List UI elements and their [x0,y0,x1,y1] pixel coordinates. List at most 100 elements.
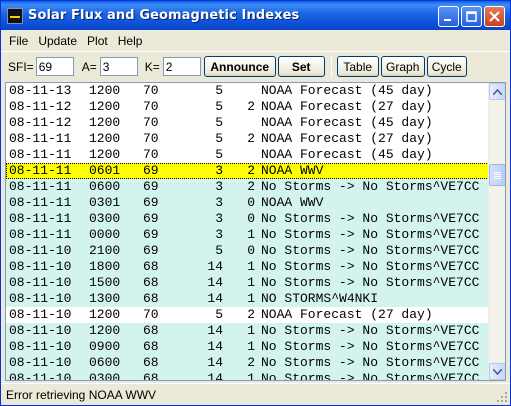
title-bar[interactable]: Solar Flux and Geomagnetic Indexes [1,1,510,30]
list-item[interactable]: 08-11-10 1200 70 5 2 NOAA Forecast (27 day) [6,307,489,323]
menu-help[interactable]: Help [113,34,148,48]
row-k-index: 1 [247,323,255,338]
sfi-input[interactable] [35,57,74,76]
list-item[interactable]: 08-11-11 1200 70 5 NOAA Forecast (45 day) [6,147,489,163]
row-source: No Storms -> No Storms^VE7CC [261,323,480,338]
row-a-index: 14 [207,275,223,290]
row-a-index: 3 [215,227,223,242]
toolbar-separator [330,56,332,77]
row-time: 1200 [89,83,121,98]
row-time: 1200 [89,307,121,322]
graph-button[interactable]: Graph [380,56,425,77]
row-a-index: 14 [207,291,223,306]
app-window: Solar Flux and Geomagnetic Indexes File … [0,0,511,406]
maximize-icon [466,11,477,22]
row-time: 1800 [89,259,121,274]
list-item[interactable]: 08-11-12 1200 70 5 NOAA Forecast (45 day) [6,115,489,131]
row-k-index: 2 [247,355,255,370]
row-sfi: 68 [143,323,159,338]
row-source: No Storms -> No Storms^VE7CC [261,355,480,370]
row-k-index: 0 [247,243,255,258]
row-a-index: 14 [207,259,223,274]
row-time: 1200 [89,131,121,146]
row-time: 0600 [89,355,121,370]
window-controls [438,6,505,27]
k-input[interactable] [162,57,201,76]
list-item[interactable]: 08-11-10 0300 68 14 1 No Storms -> No Storms^… [6,371,489,381]
menu-file[interactable]: File [4,34,33,48]
row-source: No Storms -> No Storms^VE7CC [261,227,480,242]
row-date: 08-11-11 [9,227,72,242]
list-item-selected[interactable]: 08-11-11 0601 69 3 2 NOAA WWV [6,163,489,179]
list-item[interactable]: 08-11-11 0301 69 3 0 NOAA WWV [6,195,489,211]
row-date: 08-11-12 [9,99,72,114]
row-time: 0900 [89,339,121,354]
maximize-button[interactable] [461,6,482,27]
row-source: No Storms -> No Storms^VE7CC [261,371,480,381]
announce-button[interactable]: Announce [203,56,276,77]
table-button[interactable]: Table [336,56,379,77]
row-date: 08-11-10 [9,323,72,338]
row-a-index: 5 [215,83,223,98]
scroll-down-button[interactable] [489,363,505,380]
list-item[interactable]: 08-11-11 0300 69 3 0 No Storms -> No Storms^V… [6,211,489,227]
row-date: 08-11-10 [9,259,72,274]
vertical-scrollbar[interactable] [488,83,505,380]
cycle-button[interactable]: Cycle [426,56,467,77]
arrow-up-icon [493,88,502,95]
row-time: 0000 [89,227,121,242]
scroll-thumb[interactable] [489,164,505,186]
row-source: No Storms -> No Storms^VE7CC [261,259,480,274]
row-sfi: 70 [143,147,159,162]
row-source: NOAA WWV [261,195,324,210]
index-rows: 08-11-13 1200 70 5 NOAA Forecast (45 day) 08-… [6,83,489,381]
menu-bar: File Update Plot Help [1,30,510,51]
menu-update[interactable]: Update [33,34,82,48]
list-item[interactable]: 08-11-10 0600 68 14 2 No Storms -> No Storms^… [6,355,489,371]
close-button[interactable] [484,6,505,27]
row-sfi: 68 [143,355,159,370]
row-source: No Storms -> No Storms^VE7CC [261,179,480,194]
row-time: 1500 [89,275,121,290]
row-k-index: 2 [247,99,255,114]
row-sfi: 70 [143,115,159,130]
menu-plot[interactable]: Plot [82,34,113,48]
list-item[interactable]: 08-11-10 1300 68 14 1 NO STORMS^W4NKI [6,291,489,307]
scroll-up-button[interactable] [489,83,505,100]
list-item[interactable]: 08-11-11 0600 69 3 2 No Storms -> No Storms^V… [6,179,489,195]
toolbar: SFI= A= K= Announce Set Table Graph Cycl… [1,51,510,81]
list-item[interactable]: 08-11-11 1200 70 5 2 NOAA Forecast (27 day) [6,131,489,147]
resize-grip-icon[interactable] [496,391,508,403]
row-sfi: 68 [143,259,159,274]
list-item[interactable]: 08-11-10 0900 68 14 1 No Storms -> No Storms^… [6,339,489,355]
row-time: 0601 [89,163,121,178]
list-item[interactable]: 08-11-12 1200 70 5 2 NOAA Forecast (27 day) [6,99,489,115]
row-source: No Storms -> No Storms^VE7CC [261,211,480,226]
row-date: 08-11-10 [9,275,72,290]
a-input[interactable] [99,57,138,76]
minimize-button[interactable] [438,6,459,27]
list-item[interactable]: 08-11-11 0000 69 3 1 No Storms -> No Storms^V… [6,227,489,243]
row-a-index: 3 [215,211,223,226]
list-item[interactable]: 08-11-10 1500 68 14 1 No Storms -> No Storms^… [6,275,489,291]
row-sfi: 70 [143,131,159,146]
index-list[interactable]: 08-11-13 1200 70 5 NOAA Forecast (45 day) 08-… [5,82,506,381]
row-a-index: 5 [215,243,223,258]
row-sfi: 69 [143,243,159,258]
row-time: 0300 [89,371,121,381]
row-sfi: 69 [143,227,159,242]
list-item[interactable]: 08-11-10 2100 69 5 0 No Storms -> No Storms^V… [6,243,489,259]
row-sfi: 69 [143,195,159,210]
status-text: Error retrieving NOAA WWV [6,387,157,402]
set-button[interactable]: Set [277,56,325,77]
list-item[interactable]: 08-11-10 1200 68 14 1 No Storms -> No Storms^… [6,323,489,339]
row-k-index: 1 [247,371,255,381]
row-k-index: 2 [247,131,255,146]
row-k-index: 1 [247,339,255,354]
row-source: NOAA Forecast (27 day) [261,307,433,322]
list-item[interactable]: 08-11-10 1800 68 14 1 No Storms -> No Storms^… [6,259,489,275]
row-source: No Storms -> No Storms^VE7CC [261,275,480,290]
list-item[interactable]: 08-11-13 1200 70 5 NOAA Forecast (45 day) [6,83,489,99]
row-sfi: 68 [143,339,159,354]
row-date: 08-11-11 [9,131,72,146]
